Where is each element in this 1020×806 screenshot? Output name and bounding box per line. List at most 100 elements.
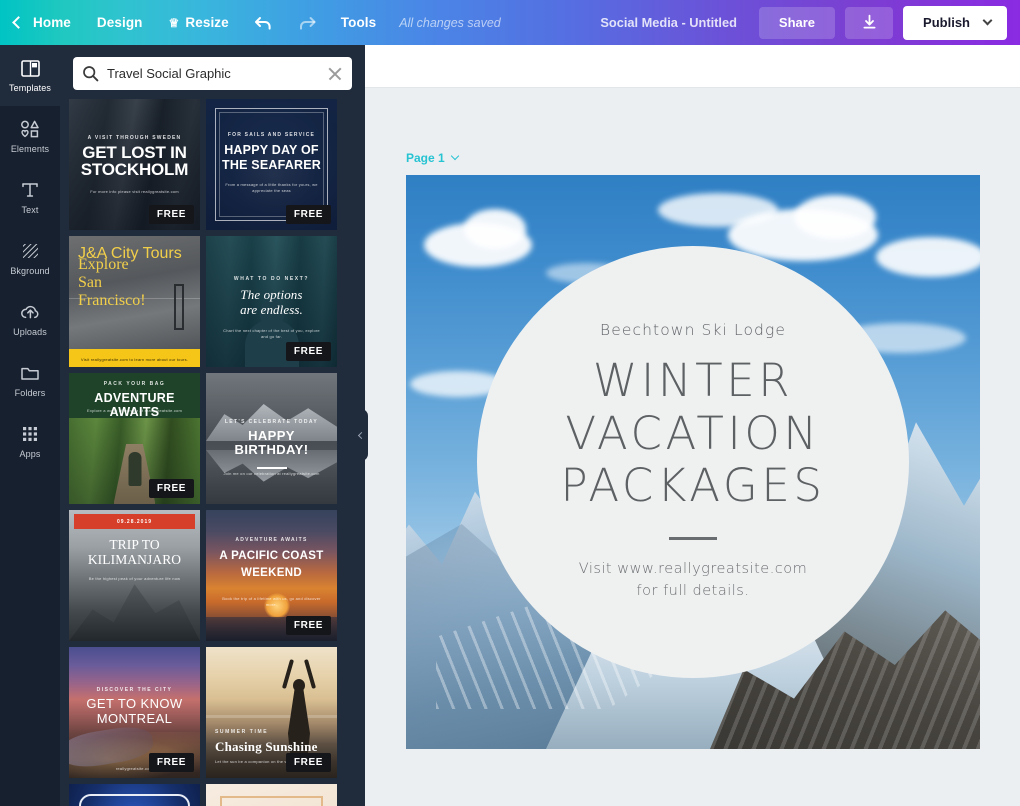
redo-button[interactable] (285, 0, 328, 45)
chevron-left-icon (12, 16, 25, 29)
sidebar-item-templates[interactable]: Templates (0, 45, 60, 106)
canvas-toolbar (365, 45, 1020, 88)
template-title: ADVENTURE AWAITS (69, 391, 200, 419)
template-subtext: From a message of a little thanks for yo… (206, 182, 337, 194)
template-card-adventure[interactable]: PACK YOUR BAG ADVENTURE AWAITS Explore a… (69, 373, 200, 504)
template-eyebrow: WHAT TO DO NEXT? (206, 276, 337, 282)
free-badge: FREE (149, 205, 194, 224)
free-badge: FREE (149, 753, 194, 772)
cloud-art (876, 237, 980, 277)
template-card-sunshine[interactable]: SUMMER TIME Chasing Sunshine Let the sun… (206, 647, 337, 778)
template-eyebrow: FOR SAILS AND SERVICE (206, 132, 337, 138)
template-card-options[interactable]: WHAT TO DO NEXT? The options are endless… (206, 236, 337, 367)
document-title[interactable]: Social Media - Untitled (600, 15, 737, 30)
template-subtext: Explore a world of wonder at reallygreat… (69, 408, 200, 414)
text-icon (21, 180, 39, 200)
elements-icon (20, 119, 40, 139)
divider-rule (669, 537, 717, 540)
sidebar-item-label: Elements (11, 144, 49, 154)
page-selector[interactable]: Page 1 (406, 151, 458, 165)
template-caption: SUMMER TIME (206, 729, 337, 735)
download-icon (861, 14, 878, 31)
template-title: The options are endless. (206, 288, 337, 318)
template-eyebrow: LET'S CELEBRATE TODAY (206, 419, 337, 425)
tools-label: Tools (341, 15, 377, 30)
upload-cloud-icon (20, 302, 41, 322)
template-eyebrow: ADVENTURE AWAITS (206, 537, 337, 543)
canvas-area[interactable]: Page 1 Beechtown Ski Lodge WINTER (365, 88, 1020, 806)
folder-icon (20, 363, 40, 383)
apps-grid-icon (21, 424, 39, 444)
sidebar-item-background[interactable]: Bkground (0, 228, 60, 289)
design-footer: Visit www.reallygreatsite.com for full d… (579, 558, 808, 603)
free-badge: FREE (286, 616, 331, 635)
sidebar-item-label: Uploads (13, 327, 47, 337)
background-icon (21, 241, 40, 261)
share-button[interactable]: Share (759, 7, 835, 39)
template-card-montreal[interactable]: DISCOVER THE CITY GET TO KNOW MONTREAL r… (69, 647, 200, 778)
template-title: GET TO KNOW MONTREAL (69, 697, 200, 726)
save-status: All changes saved (399, 16, 500, 30)
template-subtext: Join me on our celebration at reallygrea… (206, 471, 337, 477)
page-label-text: Page 1 (406, 151, 445, 165)
template-caption: ADVENTURE AWAITS (206, 537, 337, 543)
sidebar-item-text[interactable]: Text (0, 167, 60, 228)
undo-icon (254, 15, 273, 31)
template-card-pacific[interactable]: ADVENTURE AWAITS A PACIFIC COAST WEEKEND… (206, 510, 337, 641)
template-card-cream[interactable] (206, 784, 337, 806)
home-label: Home (33, 15, 71, 30)
template-card-seafarer[interactable]: FOR SAILS AND SERVICE HAPPY DAY OF THE S… (206, 99, 337, 230)
template-title: A PACIFIC COAST WEEKEND (206, 548, 337, 583)
home-button[interactable]: Home (0, 0, 84, 45)
sidebar-item-label: Apps (20, 449, 41, 459)
chevron-left-icon (357, 431, 364, 438)
crown-icon: ♕ (169, 17, 180, 29)
template-card-kilimanjaro[interactable]: 09.28.2019 TRIP TO KILIMANJARO Be the hi… (69, 510, 200, 641)
template-card-sanfrancisco[interactable]: J&A City Tours Explore San Francisco! Vi… (69, 236, 200, 367)
template-subtext: Visit reallygreatsite.com to learn more … (69, 357, 200, 362)
sidebar-item-elements[interactable]: Elements (0, 106, 60, 167)
redo-icon (297, 15, 316, 31)
templates-panel: A VISIT THROUGH SWEDEN GET LOST IN STOCK… (60, 45, 365, 806)
text-disc[interactable]: Beechtown Ski Lodge WINTER VACATION PACK… (477, 246, 909, 678)
sidebar-item-label: Folders (15, 388, 46, 398)
undo-button[interactable] (242, 0, 285, 45)
design-title-line1: WINTER (560, 355, 825, 408)
resize-label: Resize (185, 15, 228, 30)
left-rail: Templates Elements Text (0, 45, 60, 806)
resize-button[interactable]: ♕ Resize (156, 0, 242, 45)
template-eyebrow: DISCOVER THE CITY (69, 687, 200, 693)
template-caption: LET'S CELEBRATE TODAY (206, 419, 337, 425)
sidebar-item-folders[interactable]: Folders (0, 350, 60, 411)
cloud-art (464, 209, 526, 249)
close-icon[interactable] (327, 66, 343, 82)
design-visit-line1: Visit www.reallygreatsite.com (579, 558, 808, 580)
panel-collapse-handle[interactable] (352, 409, 368, 461)
template-card-stockholm[interactable]: A VISIT THROUGH SWEDEN GET LOST IN STOCK… (69, 99, 200, 230)
design-canvas[interactable]: Beechtown Ski Lodge WINTER VACATION PACK… (406, 175, 980, 749)
template-eyebrow: 09.28.2019 (117, 519, 152, 525)
template-card-birthday[interactable]: LET'S CELEBRATE TODAY HAPPY BIRTHDAY! Jo… (206, 373, 337, 504)
template-eyebrow: SUMMER TIME (215, 729, 337, 735)
free-badge: FREE (149, 479, 194, 498)
search-box[interactable] (73, 57, 352, 90)
design-visit-line2: for full details. (579, 580, 808, 602)
design-title-line2: VACATION (560, 408, 825, 461)
design-title: WINTER VACATION PACKAGES (560, 355, 825, 513)
template-subtext: Book the trip of a lifetime with us, go … (206, 596, 337, 608)
sidebar-item-uploads[interactable]: Uploads (0, 289, 60, 350)
sidebar-item-apps[interactable]: Apps (0, 411, 60, 472)
publish-button[interactable]: Publish (903, 6, 1007, 40)
search-input[interactable] (107, 66, 327, 81)
design-menu[interactable]: Design (84, 0, 156, 45)
template-title: Explore San Francisco! (69, 256, 200, 310)
tools-menu[interactable]: Tools (328, 0, 390, 45)
decorative-frame (79, 794, 190, 806)
download-button[interactable] (845, 7, 893, 39)
template-grid: A VISIT THROUGH SWEDEN GET LOST IN STOCK… (60, 99, 365, 806)
template-title: TRIP TO KILIMANJARO (69, 538, 200, 567)
template-eyebrow: PACK YOUR BAG (69, 381, 200, 387)
free-badge: FREE (286, 205, 331, 224)
template-card-blue[interactable] (69, 784, 200, 806)
template-caption: FOR SAILS AND SERVICE (206, 132, 337, 138)
